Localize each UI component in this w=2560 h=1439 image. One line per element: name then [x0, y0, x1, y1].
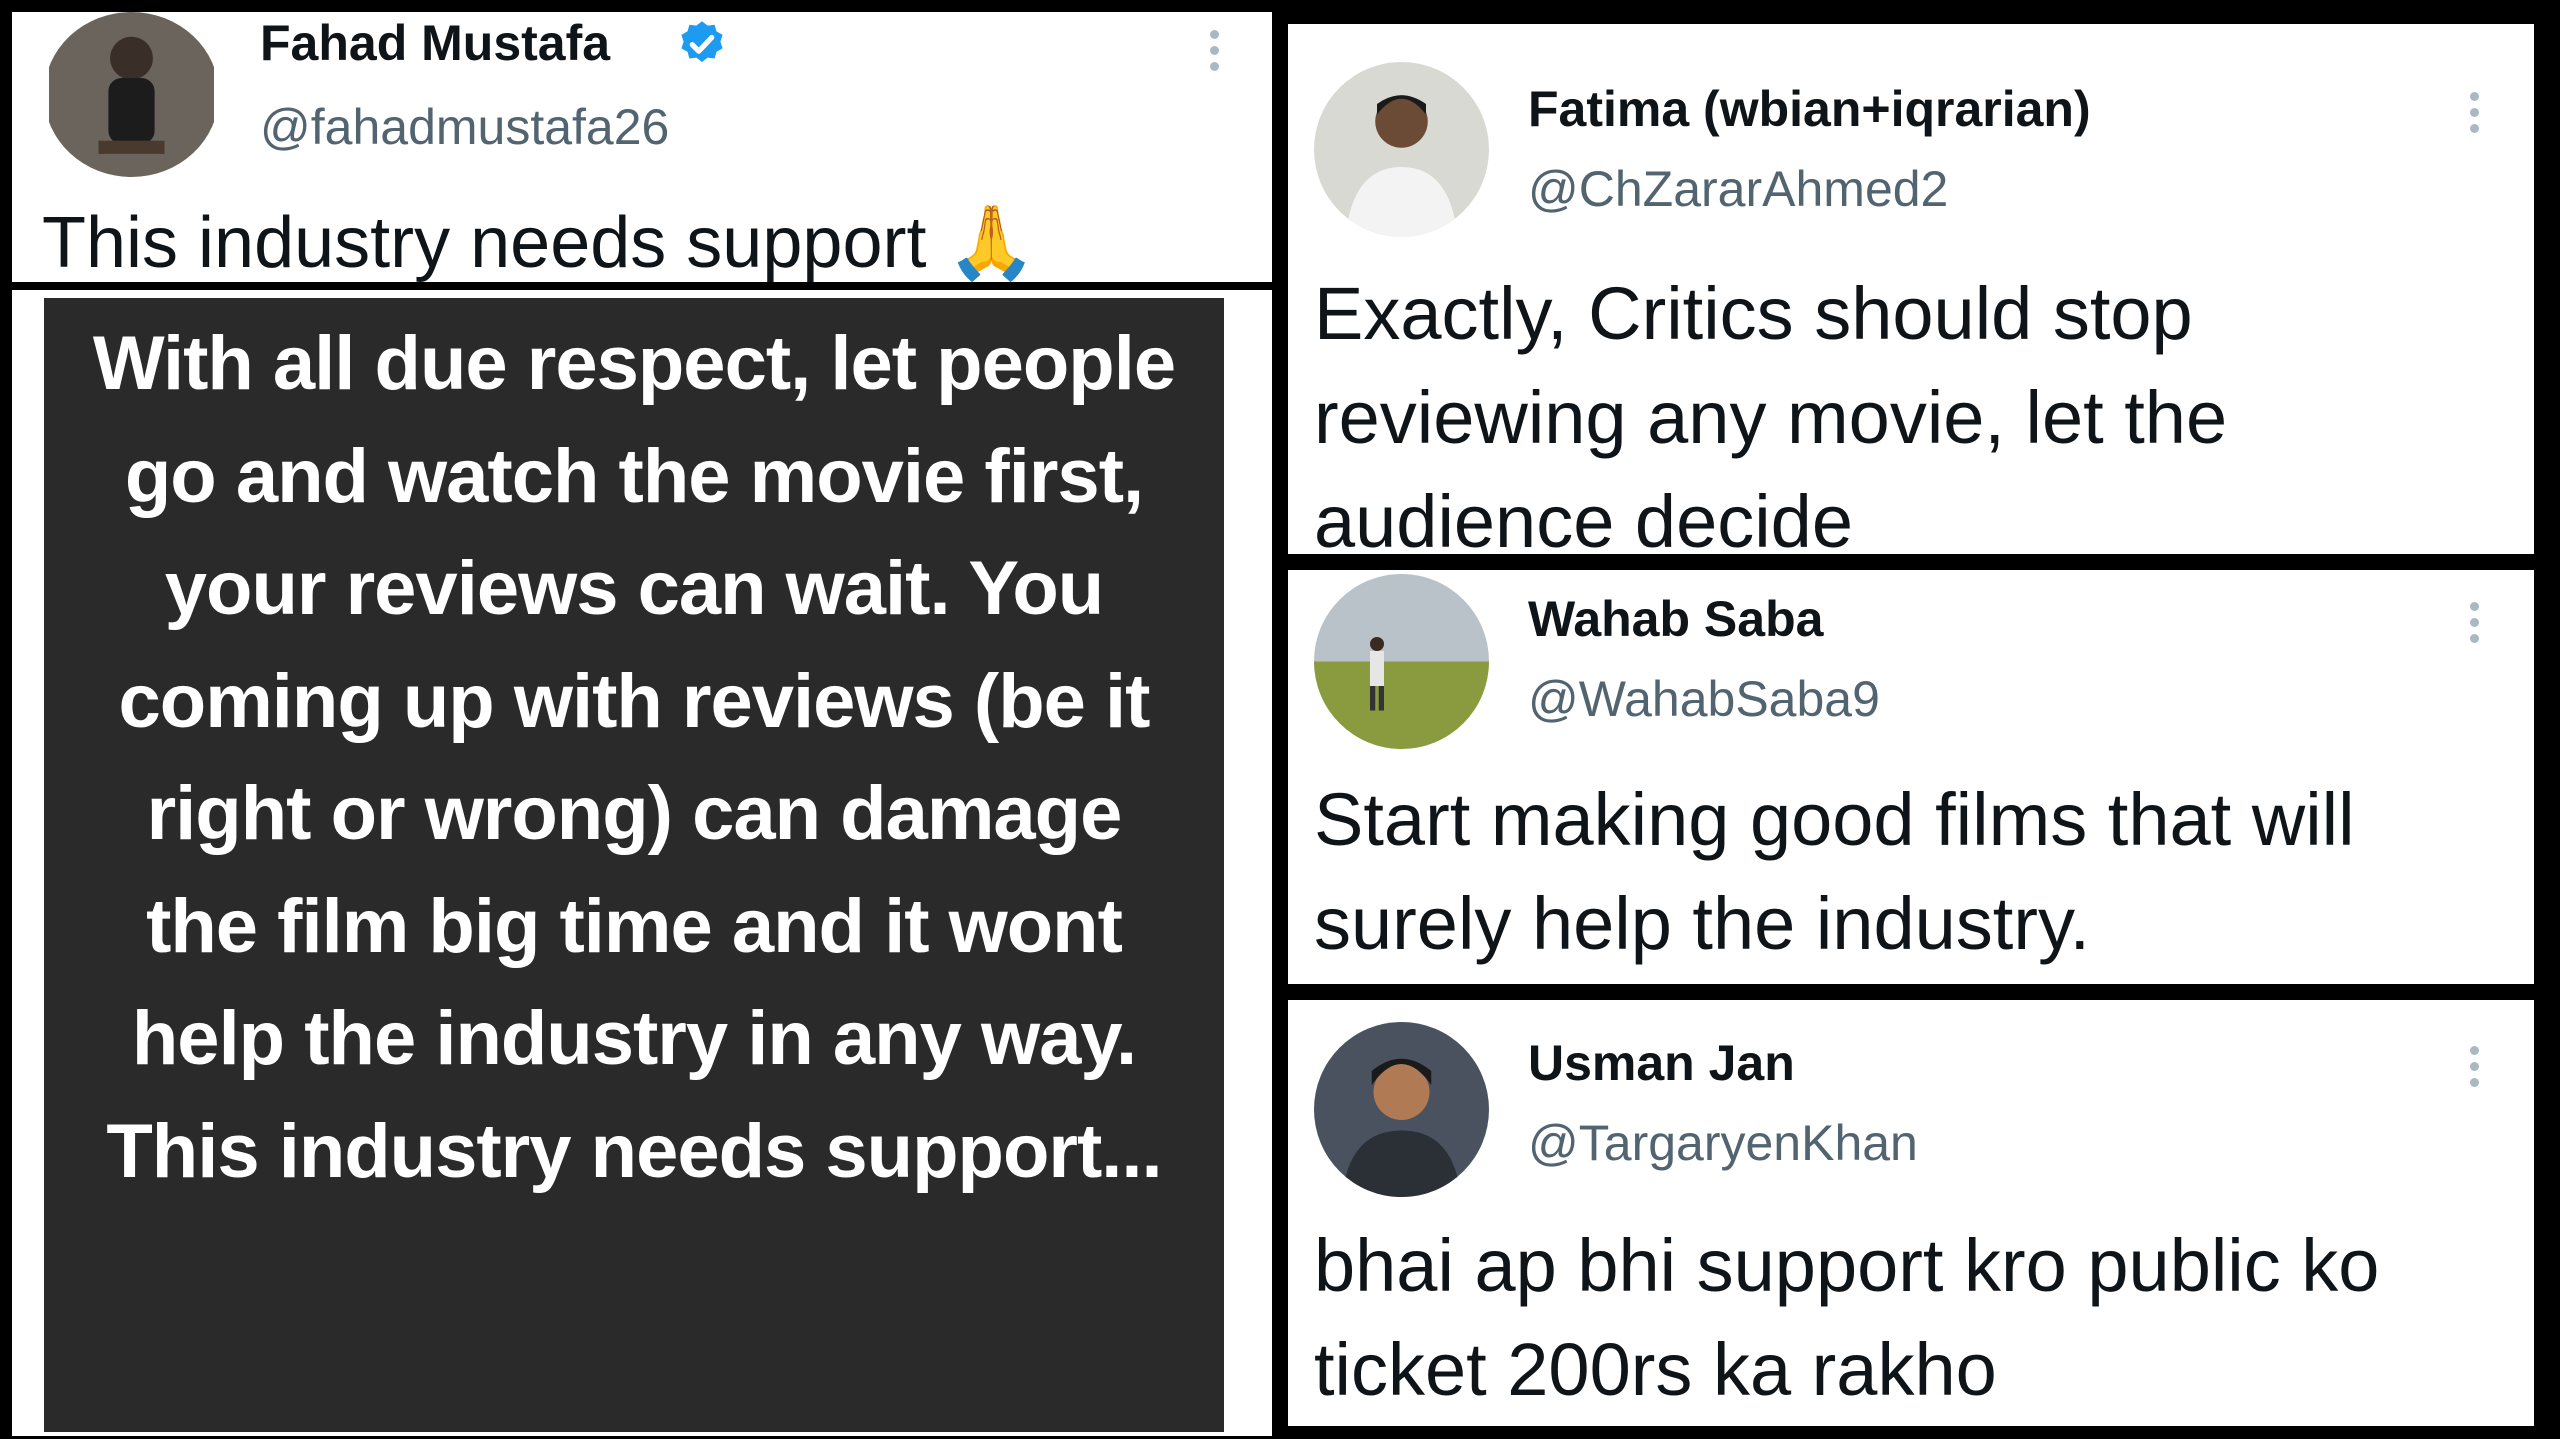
author-name[interactable]: Fahad Mustafa	[260, 14, 610, 72]
tweet-text: bhai ap bhi support kro public ko ticket…	[1314, 1224, 2380, 1411]
avatar[interactable]	[1314, 62, 1489, 237]
main-tweet-card: Fahad Mustafa @fahadmustafa26 This indus…	[12, 12, 1272, 282]
reply-card: Usman Jan @TargaryenKhan bhai ap bhi sup…	[1288, 1000, 2534, 1426]
profile-photo-icon	[1314, 574, 1489, 749]
avatar[interactable]	[1314, 574, 1489, 749]
author-handle[interactable]: @fahadmustafa26	[260, 98, 669, 156]
author-name[interactable]: Fatima (wbian+iqrarian)	[1528, 80, 2091, 138]
profile-photo-icon	[1314, 1022, 1489, 1197]
author-name[interactable]: Wahab Saba	[1528, 590, 1823, 648]
author-name[interactable]: Usman Jan	[1528, 1034, 1795, 1092]
verified-badge-icon	[676, 18, 728, 70]
notes-text: With all due respect, let people go and …	[92, 321, 1176, 1194]
profile-photo-icon	[1314, 62, 1489, 237]
avatar[interactable]	[1314, 1022, 1489, 1197]
author-handle[interactable]: @ChZararAhmed2	[1528, 160, 1948, 218]
avatar[interactable]	[44, 12, 219, 177]
tweet-text: This industry needs support 🙏	[42, 203, 1037, 282]
tweet-text: Start making good films that will surely…	[1314, 778, 2355, 965]
more-options-icon[interactable]	[2470, 602, 2480, 650]
more-options-icon[interactable]	[2470, 92, 2480, 140]
notes-screenshot: With all due respect, let people go and …	[44, 298, 1224, 1432]
reply-card: Fatima (wbian+iqrarian) @ChZararAhmed2 E…	[1288, 24, 2534, 554]
tweet-text: Exactly, Critics should stop reviewing a…	[1314, 272, 2228, 554]
reply-card: Wahab Saba @WahabSaba9 Start making good…	[1288, 570, 2534, 984]
author-handle[interactable]: @TargaryenKhan	[1528, 1114, 1918, 1172]
more-options-icon[interactable]	[1210, 30, 1220, 78]
author-handle[interactable]: @WahabSaba9	[1528, 670, 1880, 728]
more-options-icon[interactable]	[2470, 1046, 2480, 1094]
profile-photo-icon	[49, 12, 214, 177]
